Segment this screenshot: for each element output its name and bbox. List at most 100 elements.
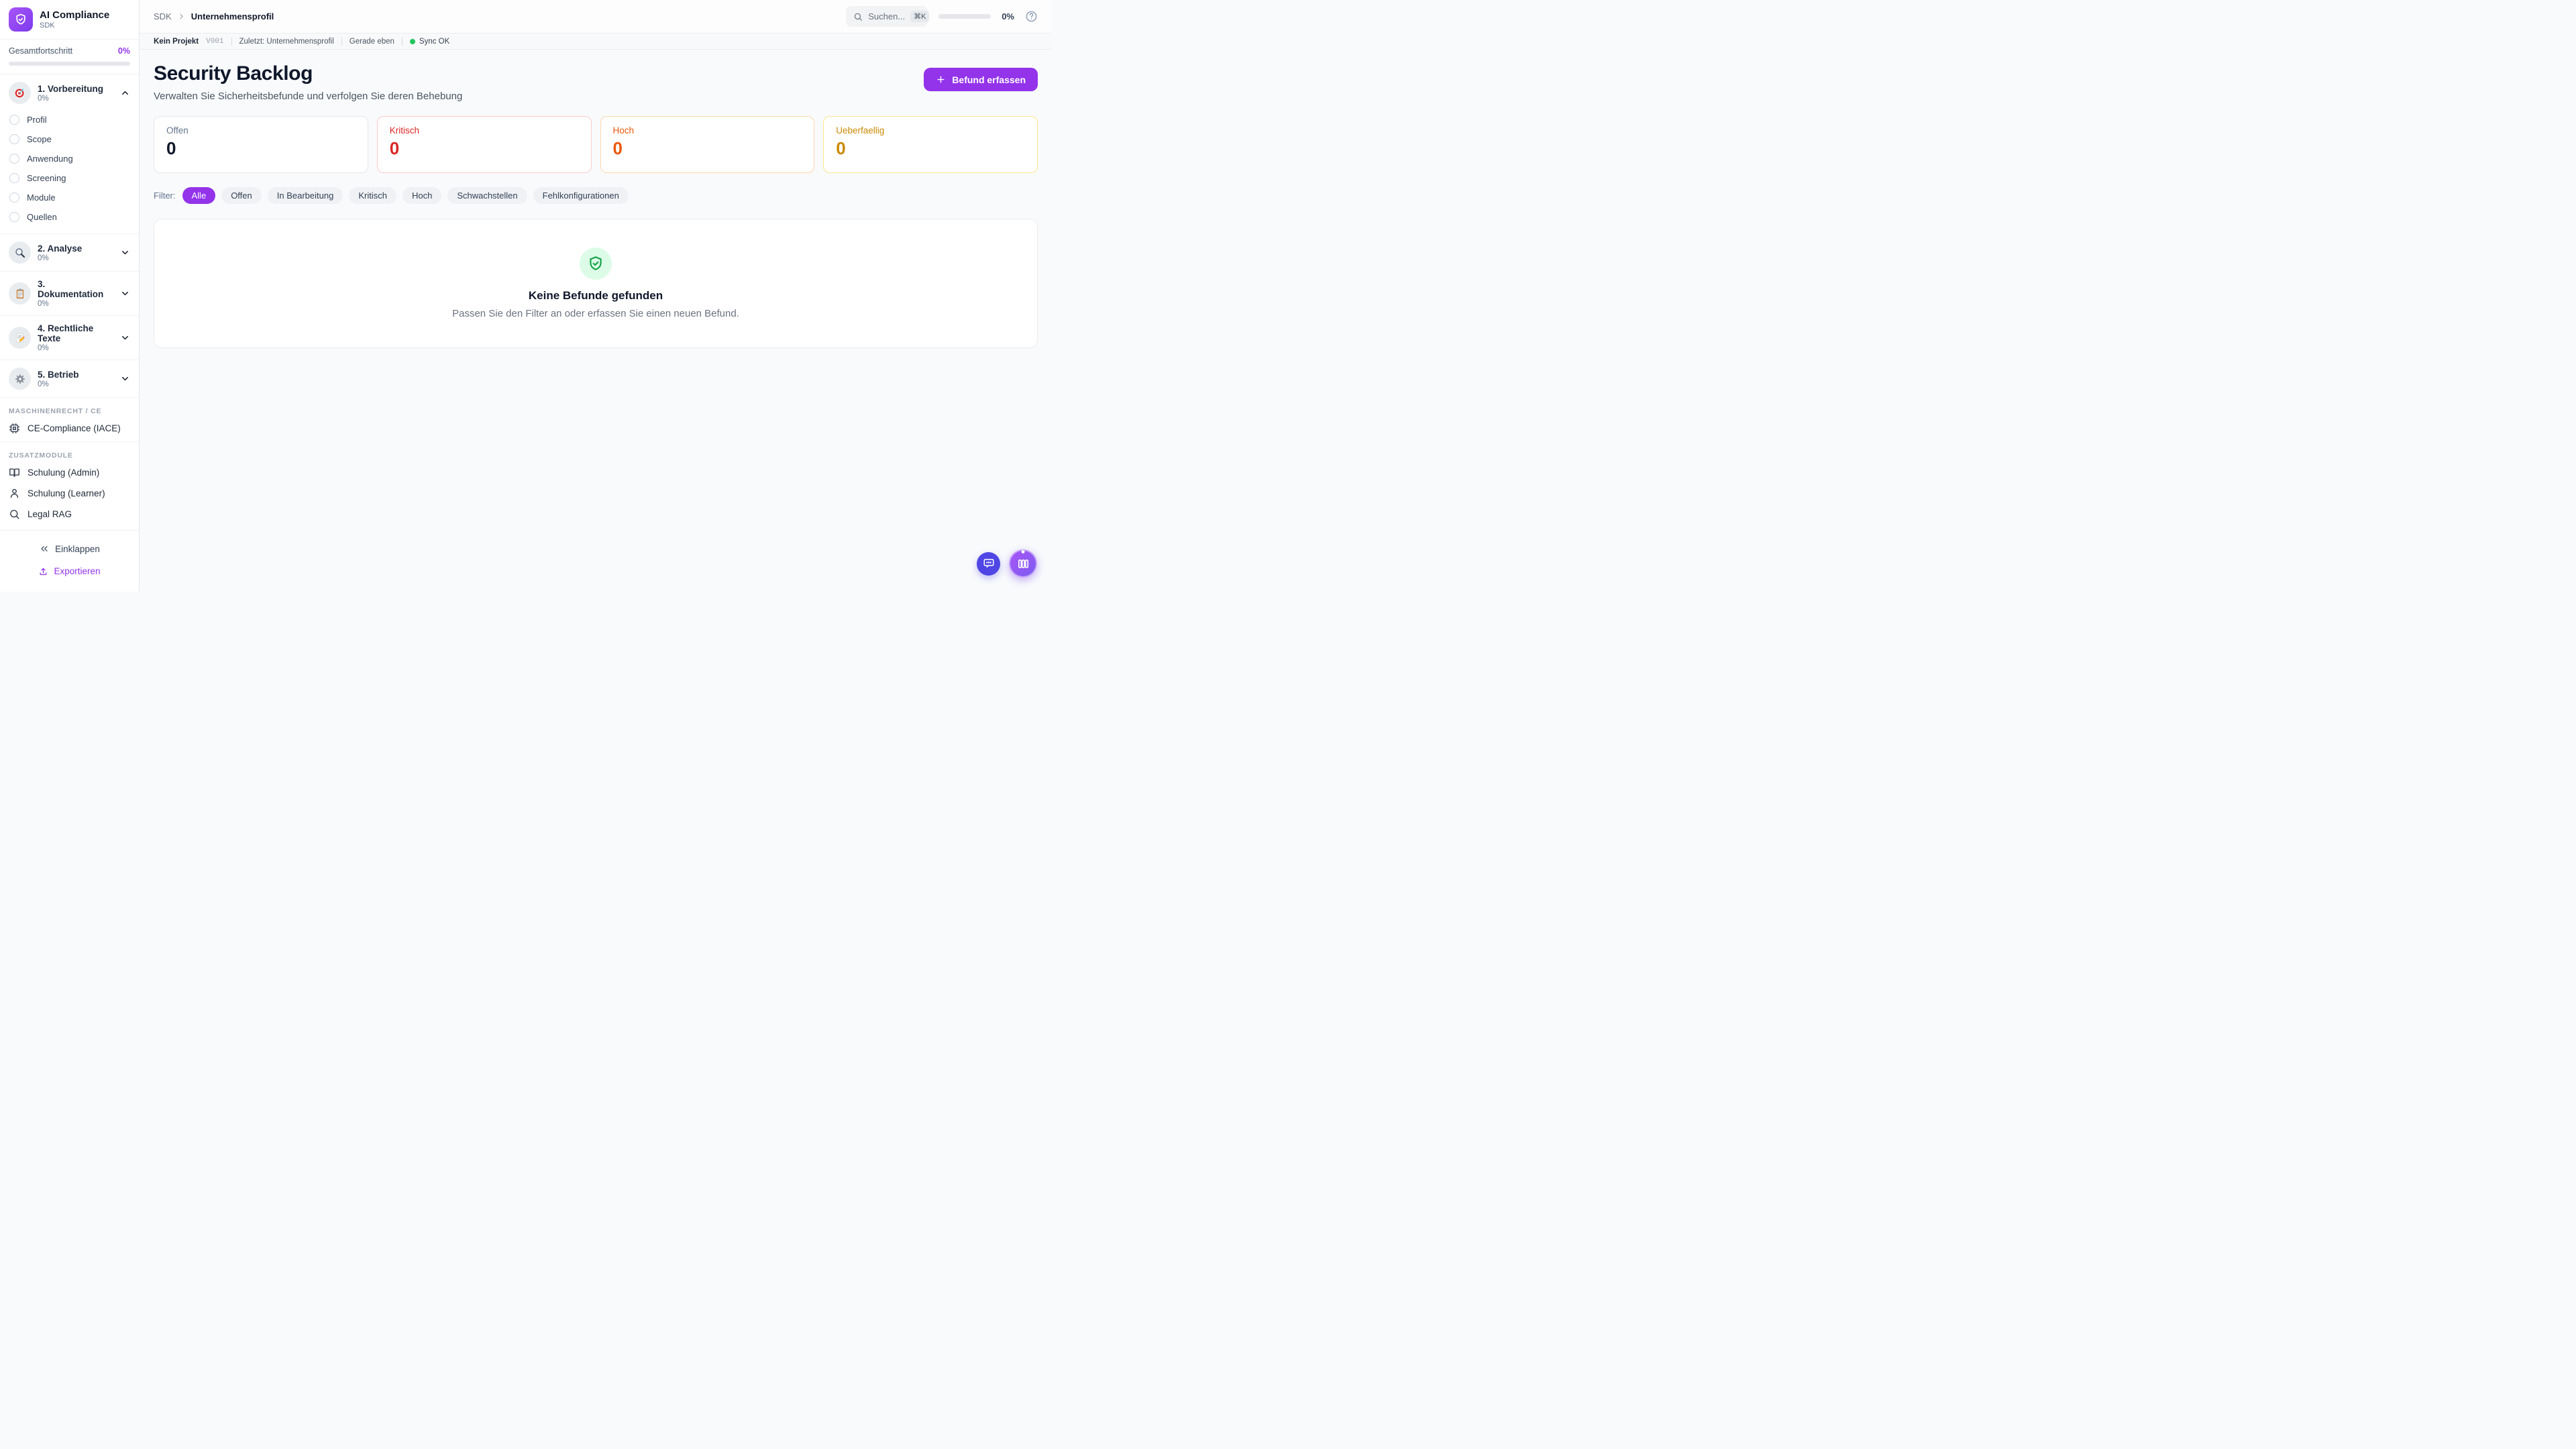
sidebar-nav: 1. Vorbereitung0%ProfilScopeAnwendungScr… bbox=[0, 74, 139, 530]
shield-check-icon bbox=[580, 248, 612, 280]
project-name: Kein Projekt bbox=[154, 38, 199, 46]
radio-circle-icon bbox=[9, 173, 19, 183]
sidebar-section-4-rechtliche-texte[interactable]: 4. Rechtliche Texte0% bbox=[0, 319, 139, 357]
group-header-maschinenrecht-ce: MASCHINENRECHT / CE bbox=[0, 403, 139, 418]
app-logo-shield-icon bbox=[9, 7, 33, 32]
collapse-sidebar-button[interactable]: Einklappen bbox=[0, 537, 139, 560]
search-shortcut-badge: ⌘K bbox=[910, 11, 929, 22]
group-header-zusatzmodule: ZUSATZMODULE bbox=[0, 447, 139, 462]
sidebar-item-quellen[interactable]: Quellen bbox=[0, 207, 139, 227]
radio-circle-icon bbox=[9, 134, 19, 144]
radio-circle-icon bbox=[9, 154, 19, 164]
progress-value: 0% bbox=[118, 46, 130, 56]
page-subtitle: Verwalten Sie Sicherheitsbefunde und ver… bbox=[154, 91, 462, 102]
notification-dot bbox=[1022, 550, 1025, 553]
sidebar-item-ai-quality[interactable]: AI Quality bbox=[0, 525, 139, 530]
filter-chip-kritisch[interactable]: Kritisch bbox=[349, 187, 396, 204]
last-saved-time: Gerade eben bbox=[350, 38, 394, 46]
chevron-up-icon bbox=[120, 88, 130, 98]
radio-circle-icon bbox=[9, 212, 19, 222]
sidebar-section-5-betrieb[interactable]: 5. Betrieb0% bbox=[0, 363, 139, 394]
memo-icon bbox=[9, 327, 31, 349]
sidebar-section-2-analyse[interactable]: 2. Analyse0% bbox=[0, 237, 139, 268]
sidebar-item-anwendung[interactable]: Anwendung bbox=[0, 149, 139, 168]
floating-actions bbox=[977, 549, 1037, 578]
progress-bar bbox=[9, 62, 130, 66]
page-content: Security Backlog Verwalten Sie Sicherhei… bbox=[140, 50, 1052, 592]
app-subtitle: SDK bbox=[40, 21, 109, 30]
empty-state-card: Keine Befunde gefunden Passen Sie den Fi… bbox=[154, 219, 1038, 348]
chevron-down-icon bbox=[120, 374, 130, 384]
sidebar-section-1-vorbereitung[interactable]: 1. Vorbereitung0% bbox=[0, 77, 139, 109]
chat-fab-button[interactable] bbox=[977, 552, 1000, 576]
filter-chip-hoch[interactable]: Hoch bbox=[402, 187, 441, 204]
magnifier-emoji-icon bbox=[9, 241, 31, 264]
breadcrumb-current: Unternehmensprofil bbox=[191, 11, 274, 21]
search-placeholder: Suchen... bbox=[868, 11, 905, 21]
version-badge: V001 bbox=[206, 38, 223, 46]
plus-icon bbox=[936, 74, 946, 85]
breadcrumb: SDK Unternehmensprofil bbox=[154, 11, 274, 21]
sidebar-section-3-dokumentation[interactable]: 3. Dokumentation0% bbox=[0, 274, 139, 313]
search-input[interactable]: Suchen... ⌘K bbox=[846, 6, 928, 27]
board-fab-button[interactable] bbox=[1009, 549, 1037, 578]
filter-bar: Filter: Alle Offen In Bearbeitung Kritisch H… bbox=[154, 187, 1038, 204]
sidebar-item-schulung-learner[interactable]: Schulung (Learner) bbox=[0, 483, 139, 504]
breadcrumb-root[interactable]: SDK bbox=[154, 11, 172, 21]
topbar-progress-value: 0% bbox=[1002, 11, 1014, 21]
overall-progress: Gesamtfortschritt 0% bbox=[0, 40, 139, 74]
filter-label: Filter: bbox=[154, 191, 176, 201]
columns-icon bbox=[1017, 557, 1030, 570]
add-finding-button[interactable]: Befund erfassen bbox=[924, 68, 1038, 91]
sidebar-footer: Einklappen Exportieren bbox=[0, 530, 139, 592]
filter-chip-alle[interactable]: Alle bbox=[182, 187, 216, 204]
target-icon bbox=[9, 82, 31, 104]
empty-state-message: Passen Sie den Filter an oder erfassen S… bbox=[452, 308, 739, 319]
main-area: SDK Unternehmensprofil Suchen... ⌘K 0% bbox=[140, 0, 1052, 592]
double-chevron-left-icon bbox=[39, 543, 50, 554]
filter-chip-in-bearbeitung[interactable]: In Bearbeitung bbox=[268, 187, 343, 204]
filter-chip-schwachstellen[interactable]: Schwachstellen bbox=[447, 187, 527, 204]
last-visited: Zuletzt: Unternehmensprofil bbox=[239, 38, 334, 46]
topbar-progress-bar bbox=[938, 14, 991, 19]
cpu-icon bbox=[9, 423, 20, 434]
stat-card-hoch: Hoch0 bbox=[600, 116, 815, 173]
sync-ok-dot-icon bbox=[410, 39, 415, 44]
export-button[interactable]: Exportieren bbox=[0, 560, 139, 582]
stats-row: Offen0Kritisch0Hoch0Ueberfaellig0 bbox=[154, 116, 1038, 173]
chevron-down-icon bbox=[120, 333, 130, 343]
progress-label: Gesamtfortschritt bbox=[9, 46, 72, 56]
sidebar: AI Compliance SDK Gesamtfortschritt 0% 1… bbox=[0, 0, 140, 592]
stat-card-kritisch: Kritisch0 bbox=[377, 116, 592, 173]
chevron-right-icon bbox=[177, 12, 186, 21]
upload-icon bbox=[38, 566, 48, 576]
search-icon bbox=[853, 12, 863, 21]
status-bar: Kein Projekt V001 Zuletzt: Unternehmensp… bbox=[140, 34, 1052, 50]
filter-chip-offen[interactable]: Offen bbox=[221, 187, 262, 204]
chevron-down-icon bbox=[120, 248, 130, 258]
stat-card-offen: Offen0 bbox=[154, 116, 368, 173]
book-icon bbox=[9, 467, 20, 478]
sync-status: Sync OK bbox=[410, 38, 449, 46]
sidebar-item-legal-rag[interactable]: Legal RAG bbox=[0, 504, 139, 525]
app-title: AI Compliance bbox=[40, 9, 109, 21]
empty-state-title: Keine Befunde gefunden bbox=[529, 289, 663, 303]
sidebar-item-scope[interactable]: Scope bbox=[0, 129, 139, 149]
gear-icon bbox=[9, 368, 31, 390]
sidebar-item-profil[interactable]: Profil bbox=[0, 110, 139, 129]
sidebar-item-module[interactable]: Module bbox=[0, 188, 139, 207]
help-icon[interactable] bbox=[1025, 10, 1038, 23]
sidebar-header: AI Compliance SDK bbox=[0, 0, 139, 40]
sidebar-item-schulung-admin[interactable]: Schulung (Admin) bbox=[0, 462, 139, 483]
app-window: AI Compliance SDK Gesamtfortschritt 0% 1… bbox=[0, 0, 1052, 592]
stat-card-ueberfaellig: Ueberfaellig0 bbox=[823, 116, 1038, 173]
radio-circle-icon bbox=[9, 115, 19, 125]
page-title: Security Backlog bbox=[154, 62, 462, 85]
search-icon bbox=[9, 508, 20, 520]
sidebar-item-screening[interactable]: Screening bbox=[0, 168, 139, 188]
filter-chip-fehlkonfigurationen[interactable]: Fehlkonfigurationen bbox=[533, 187, 629, 204]
topbar: SDK Unternehmensprofil Suchen... ⌘K 0% bbox=[140, 0, 1052, 34]
user-icon bbox=[9, 488, 20, 499]
sidebar-item-ce-compliance-iace[interactable]: CE-Compliance (IACE) bbox=[0, 418, 139, 439]
clipboard-icon bbox=[9, 282, 31, 305]
